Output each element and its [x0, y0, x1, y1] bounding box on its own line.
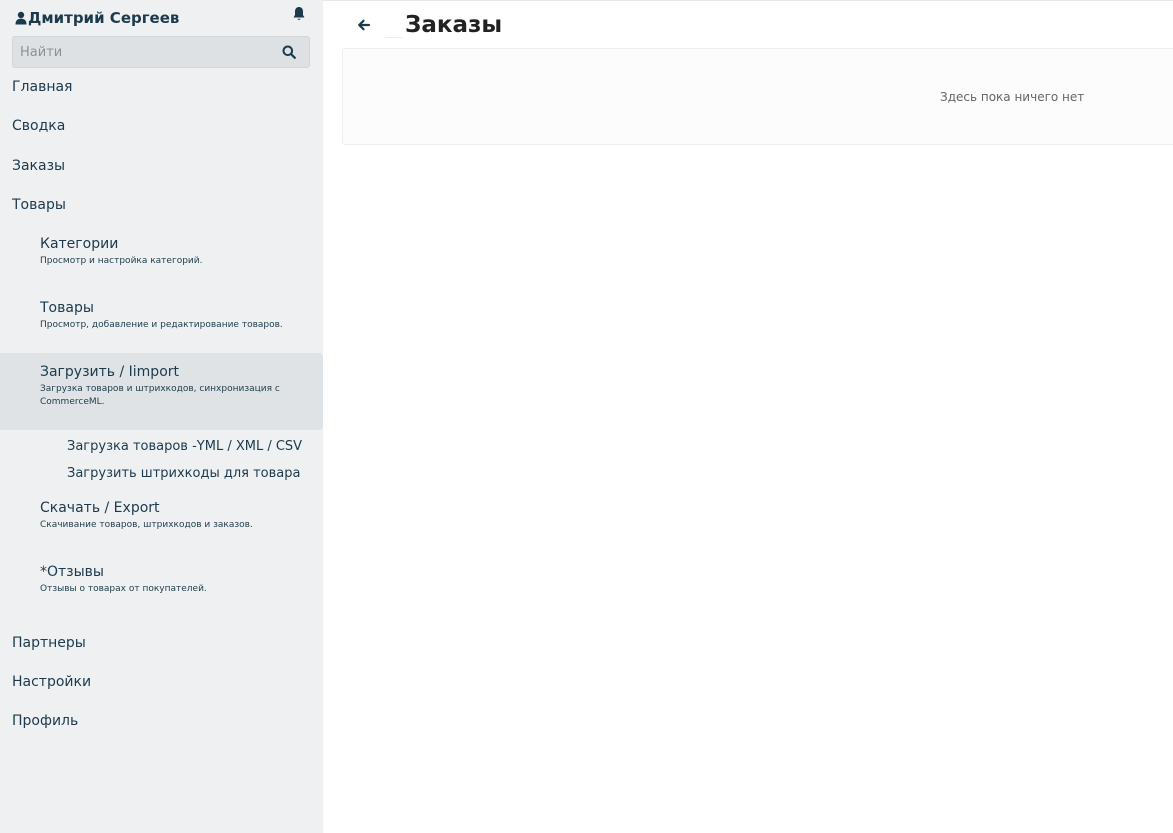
- search-input[interactable]: [13, 37, 273, 67]
- user-menu[interactable]: Дмитрий Сергеев: [15, 9, 179, 27]
- nav-categories[interactable]: Категории Просмотр и настройка категорий…: [0, 236, 323, 286]
- nav-profile[interactable]: Профиль: [12, 713, 78, 729]
- user-icon: [15, 11, 27, 25]
- empty-state-text: Здесь пока ничего нет: [940, 90, 1085, 104]
- nav-partners[interactable]: Партнеры: [12, 635, 86, 651]
- main-content: Заказы Здесь пока ничего нет: [323, 0, 1173, 833]
- nav-import-yml[interactable]: Загрузка товаров -YML / XML / CSV: [67, 439, 302, 454]
- title-divider: [385, 37, 403, 38]
- nav-import[interactable]: Загрузить / Iimport Загрузка товаров и ш…: [0, 353, 323, 430]
- nav-home[interactable]: Главная: [12, 79, 72, 95]
- nav-reviews[interactable]: *Отзывы Отзывы о товарах от покупателей.: [0, 564, 323, 614]
- nav-categories-desc: Просмотр и настройка категорий.: [40, 256, 203, 266]
- nav-import-barcodes[interactable]: Загрузить штрихкоды для товара: [67, 466, 300, 481]
- user-row: Дмитрий Сергеев: [15, 6, 311, 29]
- nav-settings[interactable]: Настройки: [12, 674, 91, 690]
- nav-export-title: Скачать / Export: [40, 500, 160, 516]
- search-icon[interactable]: [282, 45, 296, 59]
- nav-goods-desc: Просмотр, добавление и редактирование то…: [40, 320, 283, 330]
- nav-export[interactable]: Скачать / Export Скачивание товаров, штр…: [0, 500, 323, 550]
- nav-export-desc: Скачивание товаров, штрихкодов и заказов…: [40, 520, 253, 530]
- sidebar: Дмитрий Сергеев Главная Сводка Заказы То…: [0, 0, 323, 833]
- page-title: Заказы: [405, 12, 503, 38]
- nav-goods[interactable]: Товары Просмотр, добавление и редактиров…: [0, 300, 323, 350]
- nav-categories-title: Категории: [40, 236, 119, 252]
- nav-reviews-title: *Отзывы: [40, 564, 104, 580]
- nav-import-title: Загрузить / Iimport: [40, 364, 180, 380]
- nav-summary[interactable]: Сводка: [12, 118, 65, 134]
- nav-orders[interactable]: Заказы: [12, 158, 65, 174]
- search-box: [12, 36, 310, 68]
- bell-icon[interactable]: [292, 6, 306, 22]
- user-name: Дмитрий Сергеев: [28, 9, 180, 27]
- empty-state-panel: Здесь пока ничего нет: [342, 48, 1173, 145]
- arrow-left-icon[interactable]: [356, 17, 372, 33]
- nav-products[interactable]: Товары: [12, 197, 66, 213]
- nav-goods-title: Товары: [40, 300, 94, 316]
- nav-import-desc: Загрузка товаров и штрихкодов, синхрониз…: [40, 384, 280, 407]
- nav-reviews-desc: Отзывы о товарах от покупателей.: [40, 584, 207, 594]
